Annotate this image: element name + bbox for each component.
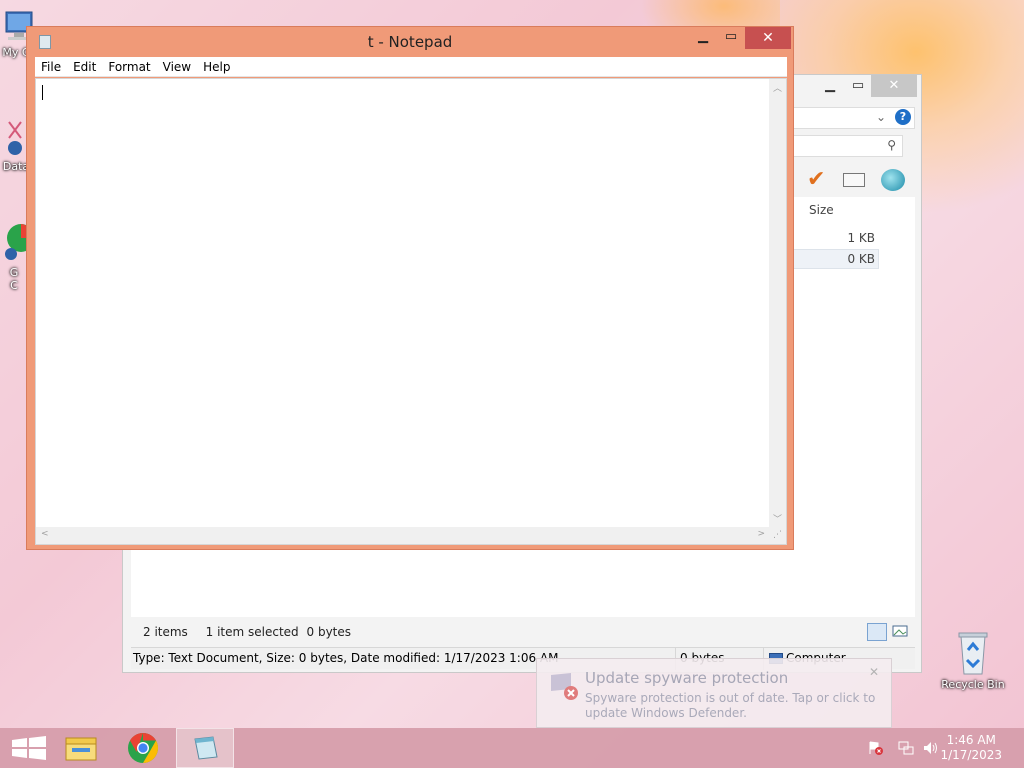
network-glyph	[898, 741, 914, 755]
text-editor-area[interactable]: ︿ ﹀ < > ⋰	[35, 78, 787, 545]
notification-close-button[interactable]: ✕	[869, 665, 879, 679]
grip-dots: ⋰	[773, 530, 782, 540]
text-caret	[42, 85, 43, 100]
status-bytes: 0 bytes	[306, 625, 352, 639]
taskbar-notepad[interactable]	[176, 728, 234, 768]
system-clock[interactable]: 1:46 AM 1/17/2023	[940, 733, 1002, 763]
explorer-minimize-button[interactable]: ▁	[815, 75, 845, 97]
explorer-status-bar: 2 items 1 item selected 0 bytes	[143, 625, 365, 639]
explorer-maximize-button[interactable]: ▭	[843, 75, 873, 97]
status-item-count: 2 items	[143, 625, 188, 639]
checkmark-icon[interactable]: ✔	[807, 167, 825, 192]
file-size: 1 KB	[847, 231, 875, 245]
defender-warning-icon	[551, 673, 578, 700]
taskbar-file-explorer[interactable]	[52, 728, 110, 768]
horizontal-scrollbar[interactable]: < >	[36, 527, 770, 544]
volume-icon[interactable]	[922, 740, 940, 759]
details-view-button[interactable]	[867, 623, 887, 641]
resize-grip-icon[interactable]: ⋰	[769, 527, 786, 544]
desktop-icon-label: G C	[9, 266, 19, 292]
explorer-close-button[interactable]: ✕	[871, 75, 917, 97]
image-icon	[892, 625, 908, 637]
taskbar-chrome[interactable]	[114, 728, 172, 768]
defender-notification[interactable]: Update spyware protection Spyware protec…	[536, 658, 892, 728]
search-icon: ⚲	[887, 138, 896, 152]
scroll-right-arrow-icon[interactable]: >	[757, 529, 765, 539]
menu-bar: File Edit Format View Help	[35, 57, 787, 77]
menu-help[interactable]: Help	[197, 57, 236, 77]
file-size: 0 KB	[847, 252, 875, 266]
large-icons-view-button[interactable]	[891, 623, 911, 641]
start-button[interactable]	[0, 728, 58, 768]
vertical-scrollbar[interactable]: ︿ ﹀	[769, 79, 786, 527]
scroll-up-arrow-icon[interactable]: ︿	[773, 81, 782, 94]
menu-format[interactable]: Format	[102, 57, 156, 77]
folder-icon	[65, 737, 97, 761]
windows-logo-icon	[12, 736, 46, 760]
menu-file[interactable]: File	[35, 57, 67, 77]
menu-view[interactable]: View	[157, 57, 197, 77]
maximize-button[interactable]: ▭	[717, 27, 745, 49]
notification-title: Update spyware protection	[585, 669, 789, 687]
column-header-size[interactable]: Size	[809, 203, 834, 217]
status-selected: 1 item selected	[205, 625, 299, 639]
mail-icon[interactable]	[843, 173, 865, 187]
explorer-search-box[interactable]: ⚲	[791, 135, 903, 157]
clock-time: 1:46 AM	[946, 733, 996, 747]
chrome-icon	[128, 733, 159, 763]
help-icon[interactable]: ?	[895, 109, 911, 125]
menu-edit[interactable]: Edit	[67, 57, 102, 77]
clock-date: 1/17/2023	[940, 748, 1002, 762]
flag-warning-icon	[869, 741, 883, 755]
recycle-bin-icon	[958, 632, 988, 675]
notepad-window[interactable]: t - Notepad ▁ ▭ ✕ File Edit Format View Help…	[26, 26, 794, 550]
minimize-button[interactable]: ▁	[689, 27, 717, 49]
globe-icon[interactable]	[881, 169, 905, 191]
defender-tray-icon[interactable]	[868, 740, 884, 759]
close-button[interactable]: ✕	[745, 27, 791, 49]
scroll-left-arrow-icon[interactable]: <	[41, 529, 49, 539]
notification-body: Spyware protection is out of date. Tap o…	[585, 691, 876, 720]
chevron-down-icon[interactable]: ⌄	[876, 110, 886, 124]
taskbar: 1:46 AM 1/17/2023	[0, 728, 1024, 768]
scroll-down-arrow-icon[interactable]: ﹀	[773, 512, 782, 525]
notepad-icon	[194, 736, 218, 760]
window-title: t - Notepad	[367, 33, 453, 51]
speaker-glyph	[924, 742, 937, 754]
network-icon[interactable]	[898, 740, 914, 759]
details-text: Type: Text Document, Size: 0 bytes, Date…	[133, 651, 559, 665]
desktop-icon-recycle-bin[interactable]: Recycle Bin	[938, 630, 1008, 691]
desktop-icon-label: Recycle Bin	[941, 678, 1005, 691]
